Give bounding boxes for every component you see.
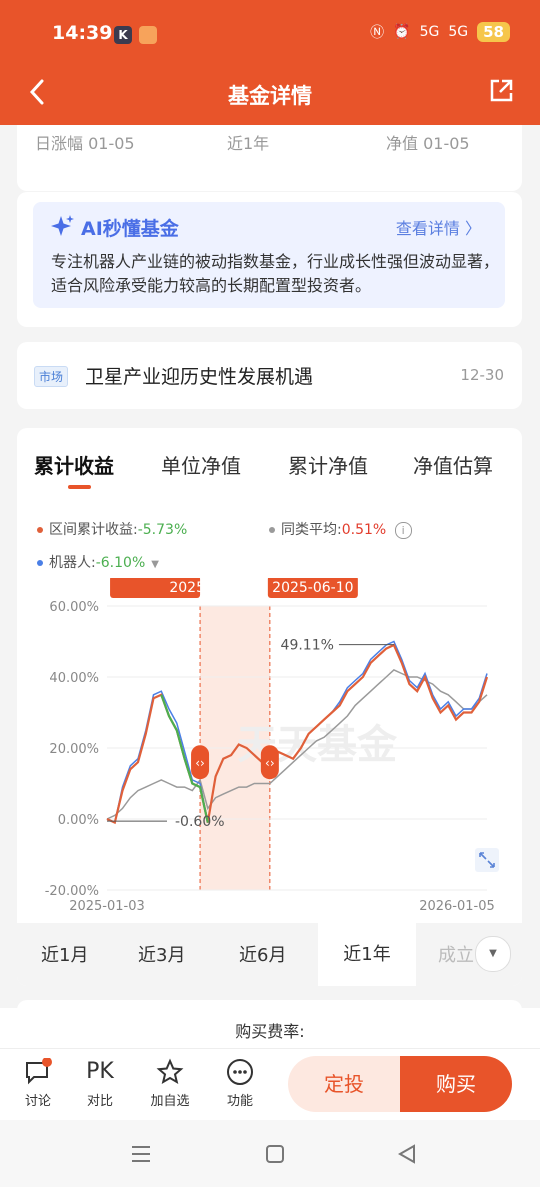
menu-icon[interactable] xyxy=(130,1144,152,1164)
star-icon xyxy=(156,1058,184,1085)
status-bar: 14:39 K Ⓝ ⏰ 5G 5G 58 xyxy=(0,18,540,52)
chat-icon xyxy=(26,1058,52,1085)
nav-label: 净值 01-05 xyxy=(386,134,470,153)
system-navigation xyxy=(0,1120,540,1187)
min-label: -0.60% xyxy=(175,814,225,830)
regular-invest-button[interactable]: 定投 xyxy=(288,1056,400,1112)
range-handle-arrows: ‹› xyxy=(195,756,205,770)
daily-change-label: 日涨幅 01-05 xyxy=(35,134,135,153)
news-tag: 市场 xyxy=(34,366,69,387)
one-year-label: 近1年 xyxy=(227,134,270,153)
notification-app-icon: K xyxy=(114,26,132,44)
return-chart[interactable]: 60.00%40.00%20.00%0.00%-20.00%天天基金49.11%… xyxy=(17,578,522,923)
range-date-label: 2025-06-10 xyxy=(272,580,353,596)
more-icon xyxy=(227,1059,253,1085)
legend-peer-label: 同类平均: xyxy=(281,522,342,538)
nfc-icon: Ⓝ xyxy=(370,25,385,41)
legend-fund: 区间累计收益:-5.73% xyxy=(37,519,187,539)
period-since-inception[interactable]: 成立 xyxy=(438,941,474,967)
y-tick-label: 40.00% xyxy=(49,671,99,686)
news-card[interactable]: 市场 卫星产业迎历史性发展机遇 12-30 xyxy=(17,342,522,409)
period-6m[interactable]: 近6月 xyxy=(239,941,286,967)
chevron-down-icon: ▼ xyxy=(151,559,159,570)
app-header: 14:39 K Ⓝ ⏰ 5G 5G 58 基金详情 xyxy=(0,0,540,125)
notification-app-icon xyxy=(139,26,157,44)
max-label: 49.11% xyxy=(281,638,334,654)
news-title[interactable]: 卫星产业迎历史性发展机遇 xyxy=(85,362,313,389)
add-watchlist-button[interactable]: 加自选 xyxy=(145,1058,195,1109)
chevron-down-icon: ▼ xyxy=(489,948,497,959)
buy-button[interactable]: 购买 xyxy=(400,1056,512,1112)
tab-nav-estimate[interactable]: 净值估算 xyxy=(413,450,493,479)
signal-icon: 5G xyxy=(419,24,440,40)
summary-card: 日涨幅 01-05 近1年 净值 01-05 xyxy=(17,125,522,191)
period-1m[interactable]: 近1月 xyxy=(41,941,88,967)
tab-indicator xyxy=(68,485,91,489)
share-icon[interactable] xyxy=(488,78,514,104)
period-selector: 近1月 近3月 近6月 近1年 成立 ▼ xyxy=(17,923,522,986)
signal-icon: 5G xyxy=(448,24,469,40)
status-icons: Ⓝ ⏰ 5G 5G 58 xyxy=(370,22,510,42)
legend-index-label: 机器人: xyxy=(49,555,96,571)
range-date-label: 2025-04-03 xyxy=(169,580,250,596)
x-tick-end: 2026-01-05 xyxy=(419,899,495,914)
status-time: 14:39 xyxy=(52,22,113,44)
tab-cumulative-return[interactable]: 累计收益 xyxy=(34,450,114,479)
legend-index-value: -6.10% xyxy=(95,555,146,571)
ai-description: 专注机器人产业链的被动指数基金，行业成长性强但波动显著，适合风险承受能力较高的长… xyxy=(51,252,500,295)
home-icon[interactable] xyxy=(265,1144,285,1164)
tab-unit-nav[interactable]: 单位净值 xyxy=(161,450,241,479)
divider xyxy=(0,1048,540,1049)
discuss-label: 讨论 xyxy=(24,1094,51,1109)
period-1y[interactable]: 近1年 xyxy=(318,923,416,986)
y-tick-label: -20.00% xyxy=(45,884,99,899)
info-icon[interactable]: i xyxy=(394,522,412,539)
purchase-fee-label: 购买费率: xyxy=(235,1022,305,1041)
battery-icon: 58 xyxy=(477,22,510,42)
page-title: 基金详情 xyxy=(228,84,312,108)
compare-button[interactable]: PK 对比 xyxy=(75,1058,125,1109)
legend-peer-value: 0.51% xyxy=(341,522,387,538)
legend-fund-label: 区间累计收益: xyxy=(49,522,138,538)
pk-icon: PK xyxy=(86,1059,114,1084)
y-tick-label: 60.00% xyxy=(49,600,99,615)
ai-summary[interactable]: AI秒懂基金 查看详情 〉 专注机器人产业链的被动指数基金，行业成长性强但波动显… xyxy=(33,202,505,308)
functions-button[interactable]: 功能 xyxy=(215,1058,265,1109)
expand-icon xyxy=(475,848,499,872)
compare-label: 对比 xyxy=(86,1094,113,1109)
sparkle-icon xyxy=(51,215,74,236)
ai-card: AI秒懂基金 查看详情 〉 专注机器人产业链的被动指数基金，行业成长性强但波动显… xyxy=(17,192,522,327)
legend-peer: 同类平均:0.51% i xyxy=(269,519,412,539)
add-watchlist-label: 加自选 xyxy=(150,1094,190,1109)
discuss-button[interactable]: 讨论 xyxy=(13,1058,63,1109)
tab-cumulative-nav[interactable]: 累计净值 xyxy=(288,450,368,479)
functions-label: 功能 xyxy=(226,1094,253,1109)
ai-title: AI秒懂基金 xyxy=(81,218,179,240)
range-handle-arrows: ‹› xyxy=(265,756,275,770)
more-periods-button[interactable]: ▼ xyxy=(475,936,511,972)
back-nav-icon[interactable] xyxy=(397,1144,417,1164)
chart-card: 累计收益 单位净值 累计净值 净值估算 区间累计收益:-5.73% 同类平均:0… xyxy=(17,428,522,986)
y-tick-label: 20.00% xyxy=(49,742,99,757)
news-date: 12-30 xyxy=(460,366,504,384)
period-3m[interactable]: 近3月 xyxy=(138,941,185,967)
alarm-icon: ⏰ xyxy=(393,24,411,40)
legend-index[interactable]: 机器人:-6.10% ▼ xyxy=(37,552,159,572)
y-tick-label: 0.00% xyxy=(58,813,99,828)
legend-fund-value: -5.73% xyxy=(137,522,188,538)
view-details-link[interactable]: 查看详情 〉 xyxy=(396,215,481,239)
x-tick-start: 2025-01-03 xyxy=(69,899,145,914)
navigation-bar: 基金详情 xyxy=(0,74,540,114)
